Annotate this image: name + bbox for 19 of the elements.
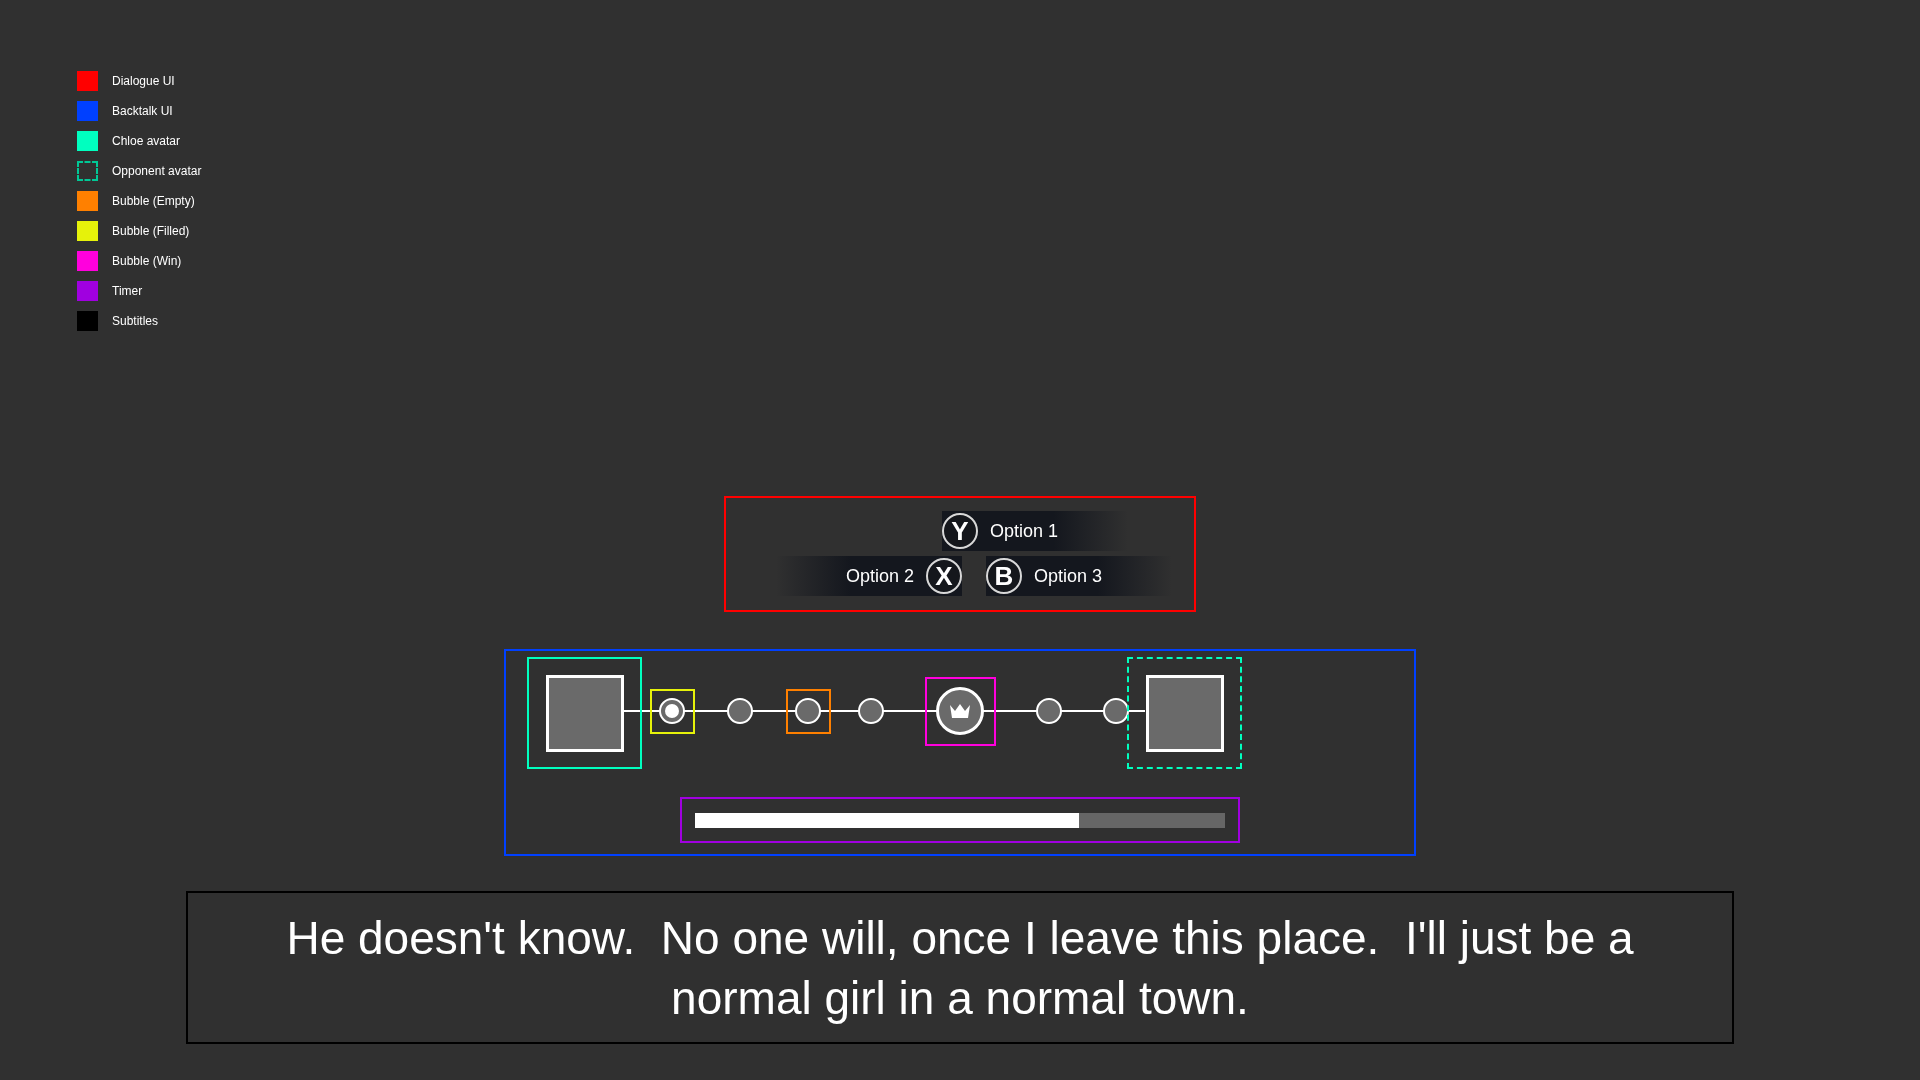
crown-icon <box>949 703 971 719</box>
legend-label: Backtalk UI <box>112 103 173 120</box>
filled-bubble <box>659 698 685 724</box>
button-glyph: B <box>986 558 1022 594</box>
legend-label: Subtitles <box>112 313 159 330</box>
option-label: Option 1 <box>989 519 1060 543</box>
legend-label: Bubble (Win) <box>112 253 182 270</box>
legend-label: Bubble (Empty) <box>112 193 195 210</box>
subtitle-text: He doesn't know. No one will, once I leave this place. I'll just be a normal girl in a normal town. <box>285 910 1635 1026</box>
option-label: Option 3 <box>1033 564 1104 588</box>
legend-label: Dialogue UI <box>112 73 175 90</box>
legend-label: Timer <box>112 283 143 300</box>
button-glyph: X <box>926 558 962 594</box>
empty-bubble <box>795 698 821 724</box>
button-glyph: Y <box>942 513 978 549</box>
option-label: Option 2 <box>844 564 915 588</box>
legend-label: Opponent avatar <box>112 163 202 180</box>
legend-label: Chloe avatar <box>112 133 181 150</box>
legend-label: Bubble (Filled) <box>112 223 190 240</box>
